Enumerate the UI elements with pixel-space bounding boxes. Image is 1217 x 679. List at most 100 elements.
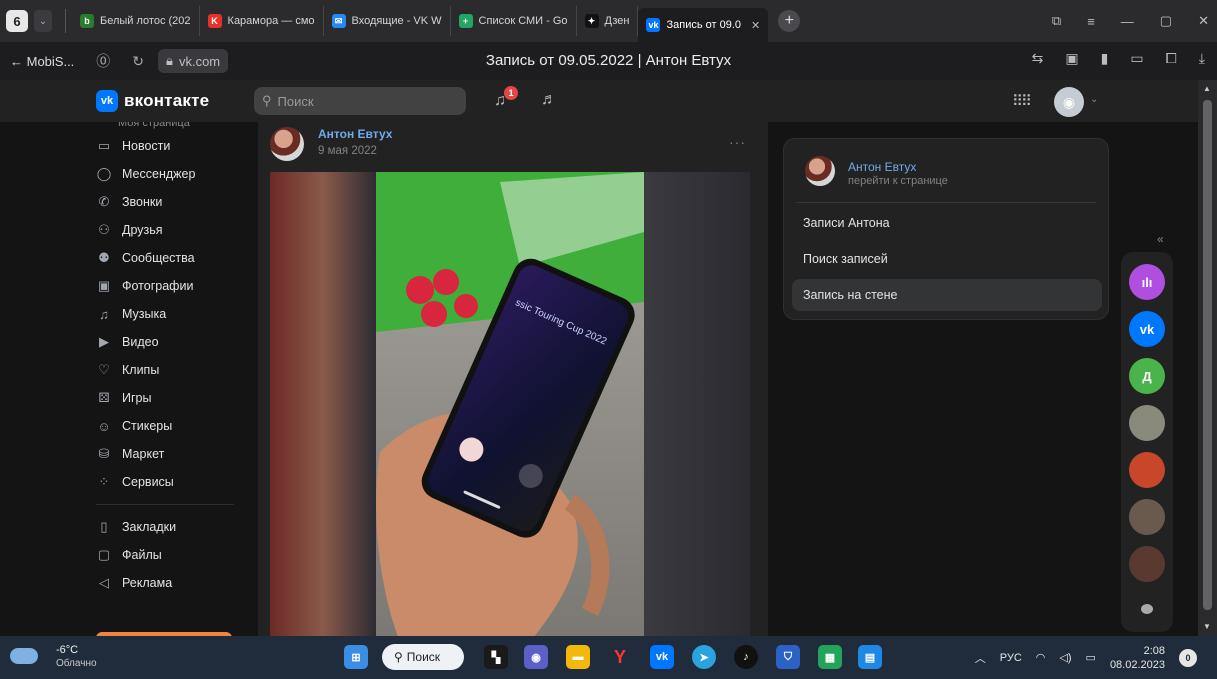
nav-item[interactable]: ✆ Звонки — [88, 188, 248, 216]
nav-item[interactable]: ⛁ Маркет — [88, 440, 248, 468]
tab-favicon-icon: K — [207, 14, 222, 28]
nav-item[interactable]: ▯ Закладки — [88, 513, 248, 541]
tab-label: Входящие - VK W — [351, 15, 442, 27]
weather-temp[interactable]: -6°C — [56, 644, 78, 656]
vk-taskbar-icon[interactable]: vk — [650, 645, 674, 669]
nav-item[interactable]: ▢ Файлы — [88, 541, 248, 569]
photos-icon: ▣ — [97, 278, 111, 293]
clock[interactable]: 2:08 08.02.2023 — [1110, 644, 1165, 672]
scroll-up-icon[interactable]: ▲ — [1203, 84, 1211, 93]
nav-item[interactable]: ▣ Фотографии — [88, 272, 248, 300]
page-scrollbar[interactable]: ▲ ▼ — [1198, 80, 1217, 636]
avatar-photo[interactable] — [1129, 405, 1165, 441]
tab-count-button[interactable]: 6 — [6, 10, 28, 32]
extensions-icon[interactable]: ⧠ — [1166, 50, 1177, 67]
nav-item[interactable]: ◯ Мессенджер — [88, 160, 248, 188]
nav-item[interactable]: ⚉ Сообщества — [88, 244, 248, 272]
nav-item[interactable]: ♫ Музыка — [88, 300, 248, 328]
menu-icon[interactable]: ≡ — [1087, 14, 1095, 29]
close-tab-icon[interactable]: ✕ — [751, 19, 760, 32]
vk-favicon-icon: vk — [646, 18, 661, 32]
vk-icon[interactable]: vk — [1129, 311, 1165, 347]
avatar-photo[interactable] — [1129, 499, 1165, 535]
tab-active[interactable]: vk Запись от 09.0 ✕ — [638, 8, 769, 42]
reload-icon[interactable]: ↻ — [132, 53, 144, 70]
chevron-down-icon[interactable]: ⌄ — [1090, 94, 1098, 105]
search-input[interactable]: ⚲ Поиск — [254, 87, 466, 115]
back-button[interactable]: ← MobiS... — [10, 54, 74, 69]
nav-item[interactable]: ☺ Стикеры — [88, 412, 248, 440]
nav-item[interactable]: ⚄ Игры — [88, 384, 248, 412]
tabs-dropdown-icon[interactable]: ⌄ — [34, 10, 52, 32]
nav-item[interactable]: ◁ Реклама — [88, 569, 248, 597]
nav-item[interactable]: ⁘ Сервисы — [88, 468, 248, 496]
tab[interactable]: ✦ Дзен — [577, 6, 639, 36]
tab[interactable]: K Карамора — смо — [200, 6, 324, 36]
yandex-browser-icon[interactable]: Y — [608, 645, 632, 669]
scroll-down-icon[interactable]: ▼ — [1203, 622, 1211, 631]
battery-icon[interactable]: ▭ — [1086, 651, 1096, 664]
weather-status[interactable]: Облачно — [56, 658, 97, 669]
new-tab-button[interactable]: + — [778, 10, 801, 32]
sheets-icon[interactable]: ▦ — [818, 645, 842, 669]
task-view-icon[interactable]: ▚ — [484, 645, 508, 669]
go-to-page-link[interactable]: перейти к странице — [848, 175, 948, 187]
sidebar-author-avatar[interactable] — [805, 156, 835, 186]
protect-icon[interactable]: ⓪ — [96, 51, 110, 71]
collections-icon[interactable]: ⧉ — [1052, 13, 1061, 29]
voice-assistant-icon[interactable]: ılı — [1129, 264, 1165, 300]
tab[interactable]: + Список СМИ - Go — [451, 6, 577, 36]
start-icon[interactable]: ⊞ — [344, 645, 368, 669]
sidebar-link[interactable]: Запись на стене — [792, 279, 1102, 311]
lock-icon[interactable]: ▣ — [1065, 50, 1078, 67]
sidebar-author-name[interactable]: Антон Евтух — [848, 160, 916, 174]
cloud-icon[interactable] — [10, 648, 38, 664]
minimize-button[interactable]: — — [1121, 14, 1134, 29]
profile-avatar[interactable]: ◉ — [1054, 87, 1084, 117]
tiktok-icon[interactable]: ♪ — [734, 645, 758, 669]
post-photo[interactable]: ssic Touring Cup 2022 — [270, 172, 750, 636]
close-window-button[interactable]: ✕ — [1198, 13, 1209, 29]
notifications-button[interactable]: 0 — [1179, 648, 1197, 667]
nav-item[interactable]: ⚇ Друзья — [88, 216, 248, 244]
nav-item[interactable]: ▶ Видео — [88, 328, 248, 356]
sidebar-link[interactable]: Поиск записей — [792, 243, 1102, 275]
tray-chevron-icon[interactable]: ︿ — [975, 650, 986, 666]
wifi-icon[interactable]: ◠ — [1036, 651, 1046, 664]
avatar-photo[interactable] — [1129, 452, 1165, 488]
post-author[interactable]: Антон Евтух — [318, 127, 392, 141]
battery-icon[interactable]: ▭ — [1130, 50, 1143, 67]
post-date[interactable]: 9 мая 2022 — [318, 145, 377, 157]
maximize-button[interactable]: ▢ — [1160, 13, 1172, 29]
chat-bubble-icon[interactable] — [1141, 604, 1153, 614]
nav-item[interactable]: ♡ Клипы — [88, 356, 248, 384]
tab[interactable]: ✉ Входящие - VK W — [324, 6, 451, 36]
volume-icon[interactable]: ◁) — [1059, 651, 1071, 664]
url-text: vk.com — [178, 53, 221, 69]
more-icon[interactable]: ··· — [729, 134, 746, 150]
sidebar-link[interactable]: Записи Антона — [792, 207, 1102, 239]
teams-icon[interactable]: ◉ — [524, 645, 548, 669]
avatar-photo[interactable] — [1129, 546, 1165, 582]
language-indicator[interactable]: РУС — [1000, 652, 1022, 664]
bookmark-icon[interactable]: ▮ — [1101, 50, 1109, 67]
url-field[interactable]: 🔒︎ vk.com — [158, 49, 229, 73]
download-icon[interactable]: ⤓ — [1199, 50, 1205, 67]
tab[interactable]: b Белый лотос (202 — [72, 6, 200, 36]
defender-icon[interactable]: ⛉ — [776, 645, 800, 669]
avatar-d[interactable]: Д — [1129, 358, 1165, 394]
explorer-icon[interactable]: ▬ — [566, 645, 590, 669]
vk-brand[interactable]: вконтакте — [124, 91, 209, 111]
music-icon[interactable]: ♬ — [541, 91, 557, 109]
scroll-thumb[interactable] — [1203, 100, 1212, 610]
taskbar-search[interactable]: ⚲ Поиск — [382, 644, 464, 670]
apps-grid-icon[interactable]: ⠿⠿ — [1012, 92, 1032, 110]
vk-logo-icon[interactable]: vk — [96, 90, 118, 112]
post-author-avatar[interactable] — [270, 127, 304, 161]
translate-icon[interactable]: ⇆ — [1032, 50, 1044, 67]
nav-item[interactable]: ▭ Новости — [88, 132, 248, 160]
telegram-icon[interactable]: ➤ — [692, 645, 716, 669]
collapse-chats-icon[interactable]: « — [1157, 232, 1164, 246]
app-icon[interactable]: ▤ — [858, 645, 882, 669]
nav-item-cut[interactable]: Моя страница — [88, 122, 248, 132]
